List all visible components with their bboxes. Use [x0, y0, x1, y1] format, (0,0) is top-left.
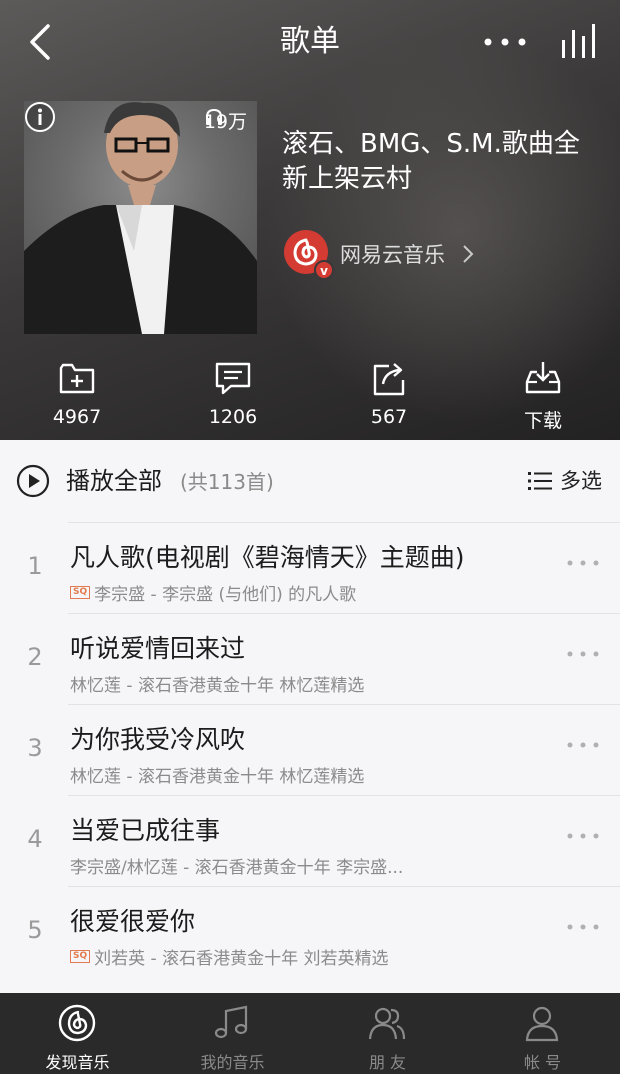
- song-index: 3: [27, 734, 43, 762]
- headphones-icon: [205, 108, 222, 125]
- list-icon: [528, 472, 552, 490]
- song-index: 4: [27, 825, 43, 853]
- play-all-bar[interactable]: 播放全部 (共113首) 多选: [0, 440, 620, 522]
- chevron-right-icon: [463, 245, 474, 263]
- friends-icon: [368, 1007, 406, 1040]
- song-index: 5: [27, 916, 43, 944]
- song-more-icon[interactable]: [566, 831, 600, 841]
- song-artist-album: 刘若英 - 滚石香港黄金十年 刘若英精选: [94, 949, 389, 969]
- song-index: 1: [27, 552, 43, 580]
- collect-button[interactable]: 4967: [22, 358, 132, 428]
- song-row[interactable]: 3 为你我受冷风吹 林忆莲 - 滚石香港黄金十年 林忆莲精选: [0, 704, 620, 795]
- play-all-label[interactable]: 播放全部: [66, 464, 162, 498]
- now-playing-bars-icon[interactable]: [558, 20, 602, 60]
- play-circle-icon[interactable]: [16, 464, 50, 498]
- tab-discover[interactable]: 发现音乐: [0, 993, 155, 1074]
- playlist-title: 滚石、BMG、S.M.歌曲全新上架云村: [282, 129, 580, 194]
- tab-account[interactable]: 帐 号: [465, 993, 620, 1074]
- song-title: 为你我受冷风吹: [70, 725, 246, 754]
- netease-logo-icon: [58, 1004, 96, 1042]
- tab-label: 发现音乐: [45, 1053, 110, 1072]
- row-divider: [68, 613, 620, 614]
- tab-label: 朋 友: [368, 1053, 407, 1072]
- svg-text:v: v: [320, 264, 328, 278]
- song-list: 播放全部 (共113首) 多选 1 凡人歌(电视剧《碧海情天》主题曲) SQ 李…: [0, 440, 620, 993]
- sq-badge: SQ: [70, 586, 91, 599]
- sq-badge: SQ: [70, 950, 91, 963]
- multi-select-button[interactable]: 多选: [528, 464, 602, 498]
- share-button[interactable]: 567: [334, 358, 444, 428]
- playlist-header: 歌单 19万 滚石、BMG、S.M.歌曲全新上架云村 v 网易云音乐 4967 …: [0, 0, 620, 440]
- row-divider: [68, 886, 620, 887]
- song-artist-album: 李宗盛/林忆莲 - 滚石香港黄金十年 李宗盛...: [70, 858, 404, 878]
- playlist-cover[interactable]: 19万: [24, 101, 257, 334]
- music-note-icon: [214, 1005, 248, 1039]
- tab-friends[interactable]: 朋 友: [310, 993, 465, 1074]
- share-count: 567: [370, 406, 408, 428]
- tab-my-music[interactable]: 我的音乐: [155, 993, 310, 1074]
- song-row[interactable]: 5 很爱很爱你 SQ 刘若英 - 滚石香港黄金十年 刘若英精选: [0, 886, 620, 977]
- bottom-tab-bar: 发现音乐 我的音乐 朋 友 帐 号: [0, 993, 620, 1074]
- song-subtitle: 李宗盛/林忆莲 - 滚石香港黄金十年 李宗盛...: [70, 853, 540, 878]
- song-more-icon[interactable]: [566, 649, 600, 659]
- song-row[interactable]: 1 凡人歌(电视剧《碧海情天》主题曲) SQ 李宗盛 - 李宗盛 (与他们) 的…: [0, 522, 620, 613]
- account-icon: [525, 1006, 559, 1042]
- cover-portrait-image: [24, 102, 257, 334]
- comment-button[interactable]: 1206: [178, 358, 288, 428]
- download-label: 下载: [523, 410, 562, 432]
- song-subtitle: SQ 李宗盛 - 李宗盛 (与他们) 的凡人歌: [70, 580, 540, 605]
- top-bar: 歌单: [0, 0, 620, 84]
- song-artist-album: 李宗盛 - 李宗盛 (与他们) 的凡人歌: [94, 585, 357, 605]
- row-divider: [68, 704, 620, 705]
- comment-count: 1206: [208, 406, 258, 428]
- song-artist-album: 林忆莲 - 滚石香港黄金十年 林忆莲精选: [70, 676, 365, 696]
- song-row[interactable]: 2 听说爱情回来过 林忆莲 - 滚石香港黄金十年 林忆莲精选: [0, 613, 620, 704]
- comment-icon: [215, 362, 251, 395]
- song-subtitle: SQ 刘若英 - 滚石香港黄金十年 刘若英精选: [70, 944, 540, 969]
- song-artist-album: 林忆莲 - 滚石香港黄金十年 林忆莲精选: [70, 767, 365, 787]
- row-divider: [68, 522, 620, 523]
- more-options-icon[interactable]: [480, 28, 530, 56]
- song-subtitle: 林忆莲 - 滚石香港黄金十年 林忆莲精选: [70, 762, 540, 787]
- collect-count: 4967: [52, 406, 102, 428]
- tab-label: 帐 号: [523, 1053, 562, 1072]
- creator-avatar: v: [284, 230, 334, 280]
- song-title: 凡人歌(电视剧《碧海情天》主题曲): [70, 543, 465, 572]
- creator-link[interactable]: v 网易云音乐: [282, 228, 475, 280]
- multi-select-label: 多选: [560, 469, 602, 493]
- song-more-icon[interactable]: [566, 558, 600, 568]
- song-count: (共113首): [180, 470, 274, 494]
- song-subtitle: 林忆莲 - 滚石香港黄金十年 林忆莲精选: [70, 671, 540, 696]
- song-more-icon[interactable]: [566, 922, 600, 932]
- song-title: 很爱很爱你: [70, 907, 196, 936]
- download-icon: [525, 362, 561, 394]
- song-row[interactable]: 4 当爱已成往事 李宗盛/林忆莲 - 滚石香港黄金十年 李宗盛...: [0, 795, 620, 886]
- creator-name: 网易云音乐: [340, 243, 445, 267]
- folder-add-icon: [59, 363, 95, 394]
- info-icon[interactable]: [24, 101, 56, 133]
- song-index: 2: [27, 643, 43, 671]
- download-button[interactable]: 下载: [488, 358, 598, 433]
- share-icon: [373, 363, 405, 396]
- tab-label: 我的音乐: [200, 1053, 265, 1072]
- song-title: 听说爱情回来过: [70, 634, 246, 663]
- song-title: 当爱已成往事: [70, 816, 221, 845]
- song-more-icon[interactable]: [566, 740, 600, 750]
- row-divider: [68, 795, 620, 796]
- play-count: 19万: [204, 107, 247, 134]
